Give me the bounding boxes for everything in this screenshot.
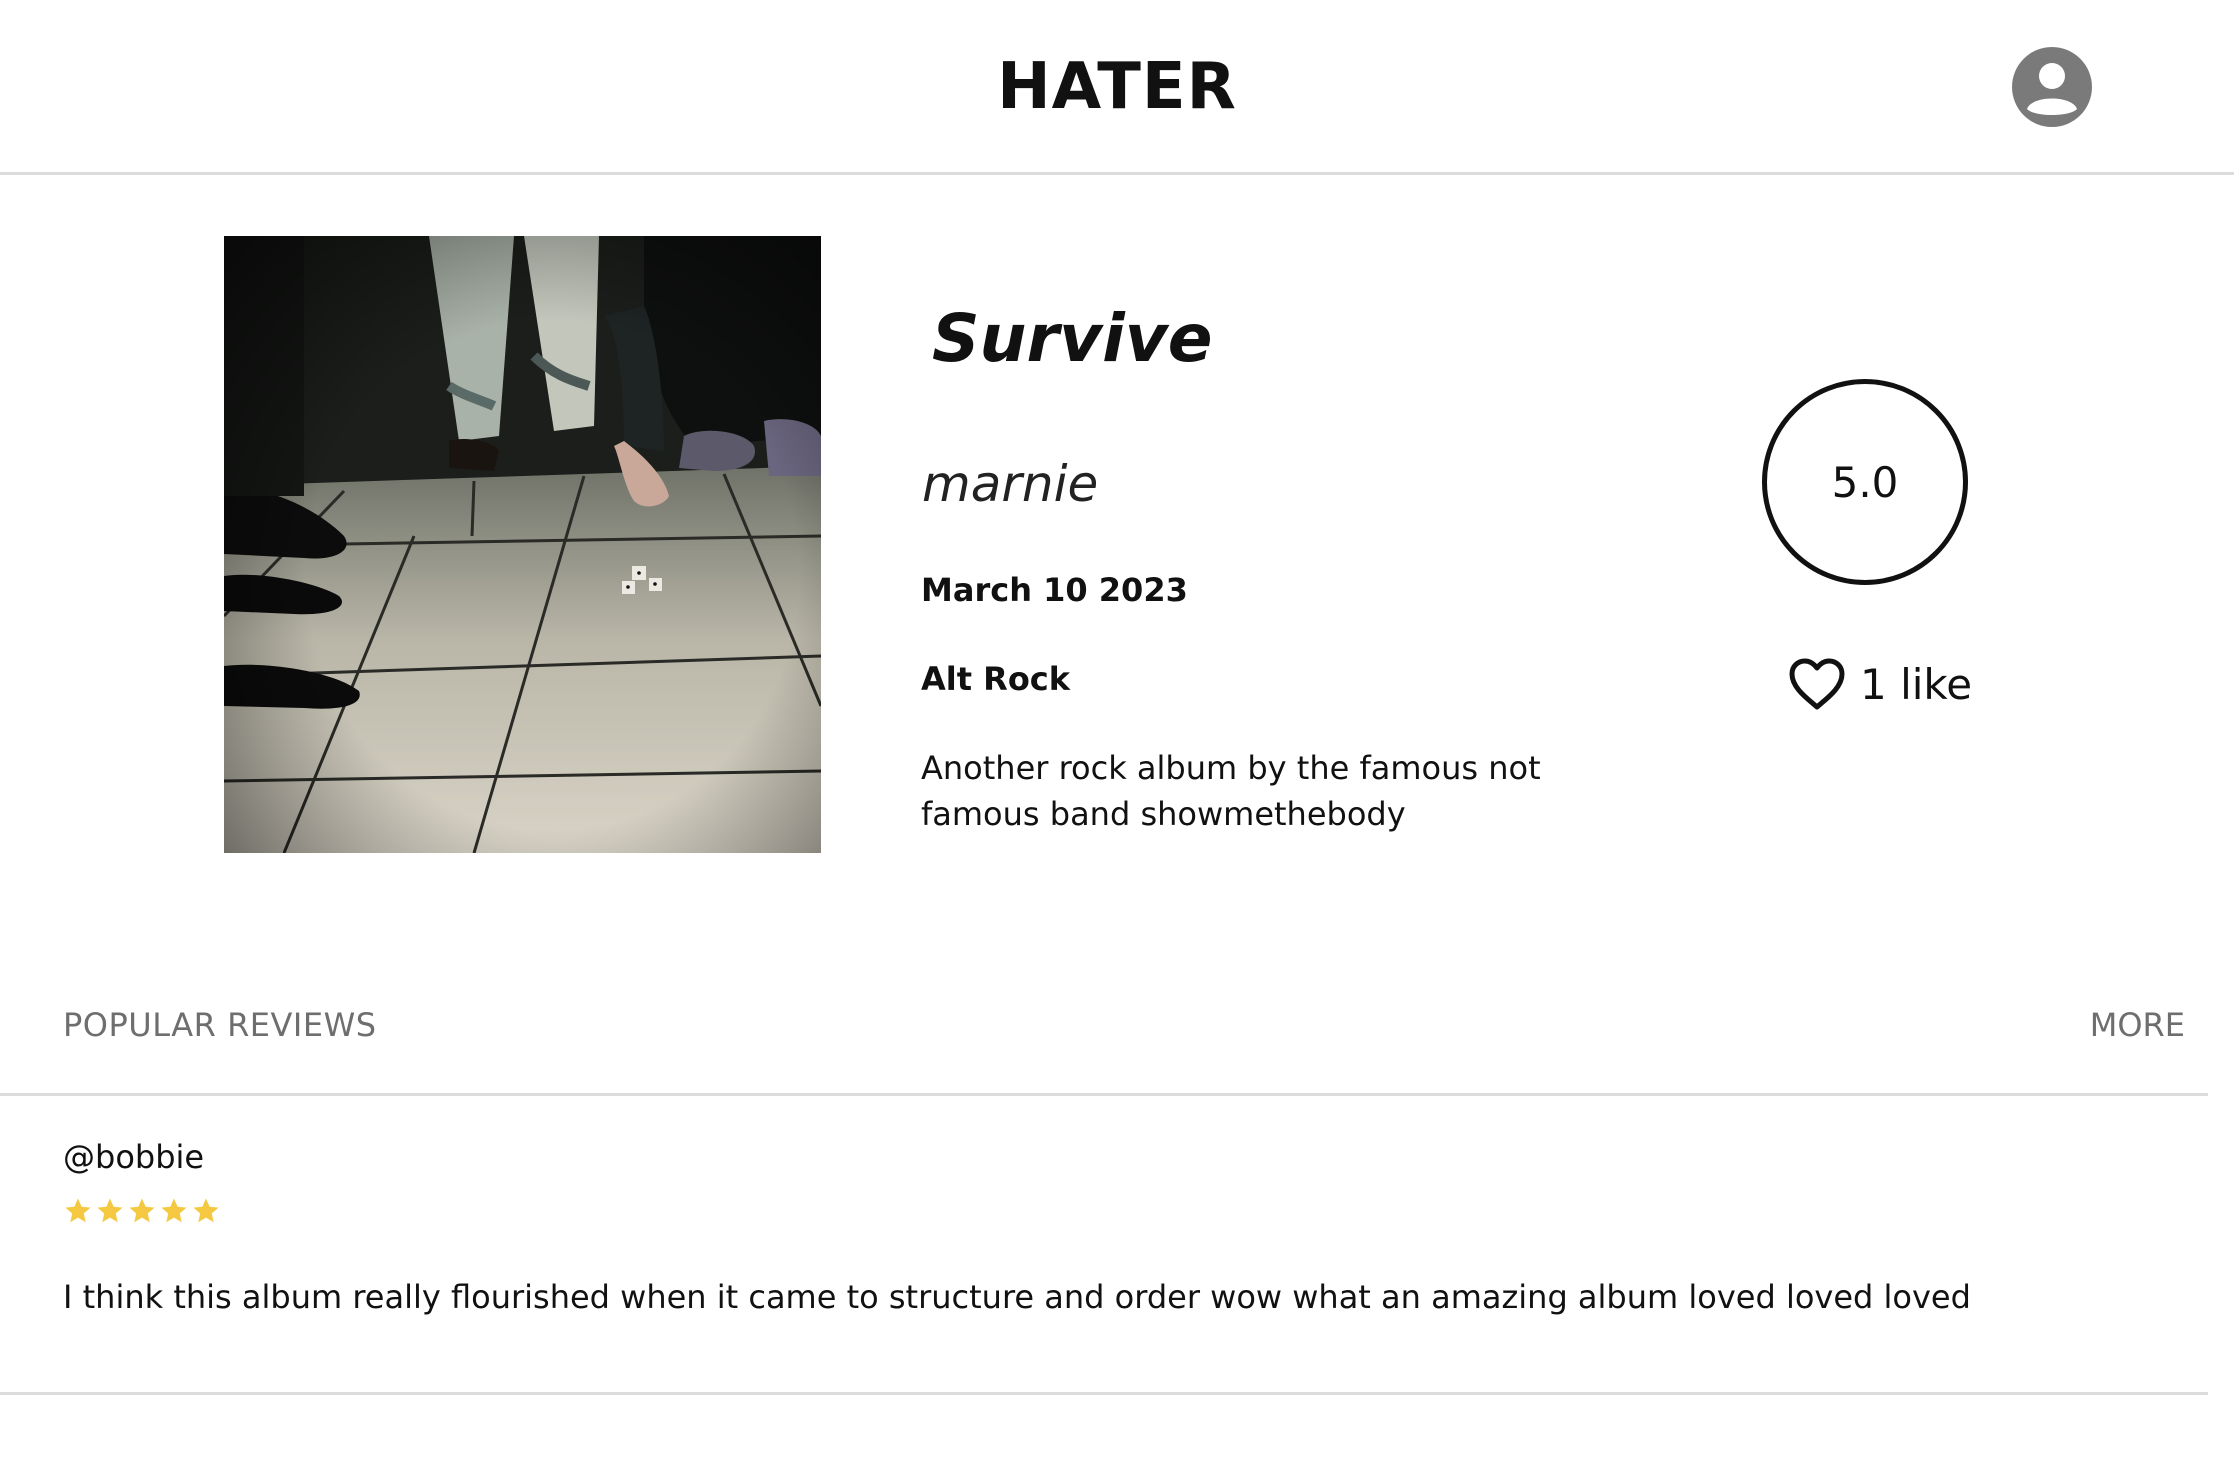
- review-star-rating: [63, 1196, 221, 1226]
- more-reviews-link[interactable]: MORE: [2090, 1006, 2185, 1044]
- star-icon: [161, 1198, 187, 1223]
- top-header: HATER: [0, 0, 2234, 175]
- like-count: 1 like: [1860, 659, 1973, 709]
- review-username[interactable]: @bobbie: [63, 1138, 204, 1176]
- album-page: HATER Survive marnie March 10 2023 Alt R…: [0, 0, 2234, 1466]
- average-rating-value: 5.0: [1831, 457, 1899, 507]
- album-description: Another rock album by the famous not fam…: [921, 749, 1541, 833]
- album-artist[interactable]: marnie: [922, 455, 1098, 513]
- album-release-date: March 10 2023: [921, 571, 1188, 609]
- account-circle-icon[interactable]: [2012, 47, 2092, 127]
- album-genre[interactable]: Alt Rock: [921, 660, 1070, 698]
- review-text: I think this album really flourished whe…: [63, 1278, 1971, 1316]
- review-item: @bobbie I think this album really flouri…: [0, 1096, 2208, 1395]
- star-icon: [65, 1198, 91, 1223]
- heart-outline-icon[interactable]: [1788, 657, 1846, 711]
- star-icon: [193, 1198, 219, 1223]
- average-rating-badge: 5.0: [1762, 379, 1968, 585]
- reviews-section-title: POPULAR REVIEWS: [63, 1006, 377, 1044]
- likes-row: 1 like: [1788, 654, 1972, 714]
- star-icon: [97, 1198, 123, 1223]
- reviews-section-header: POPULAR REVIEWS MORE: [0, 1000, 2208, 1096]
- album-title: Survive: [932, 300, 1213, 377]
- album-cover-image: [224, 236, 821, 853]
- star-icon: [129, 1198, 155, 1223]
- brand-logo[interactable]: HATER: [0, 50, 2234, 124]
